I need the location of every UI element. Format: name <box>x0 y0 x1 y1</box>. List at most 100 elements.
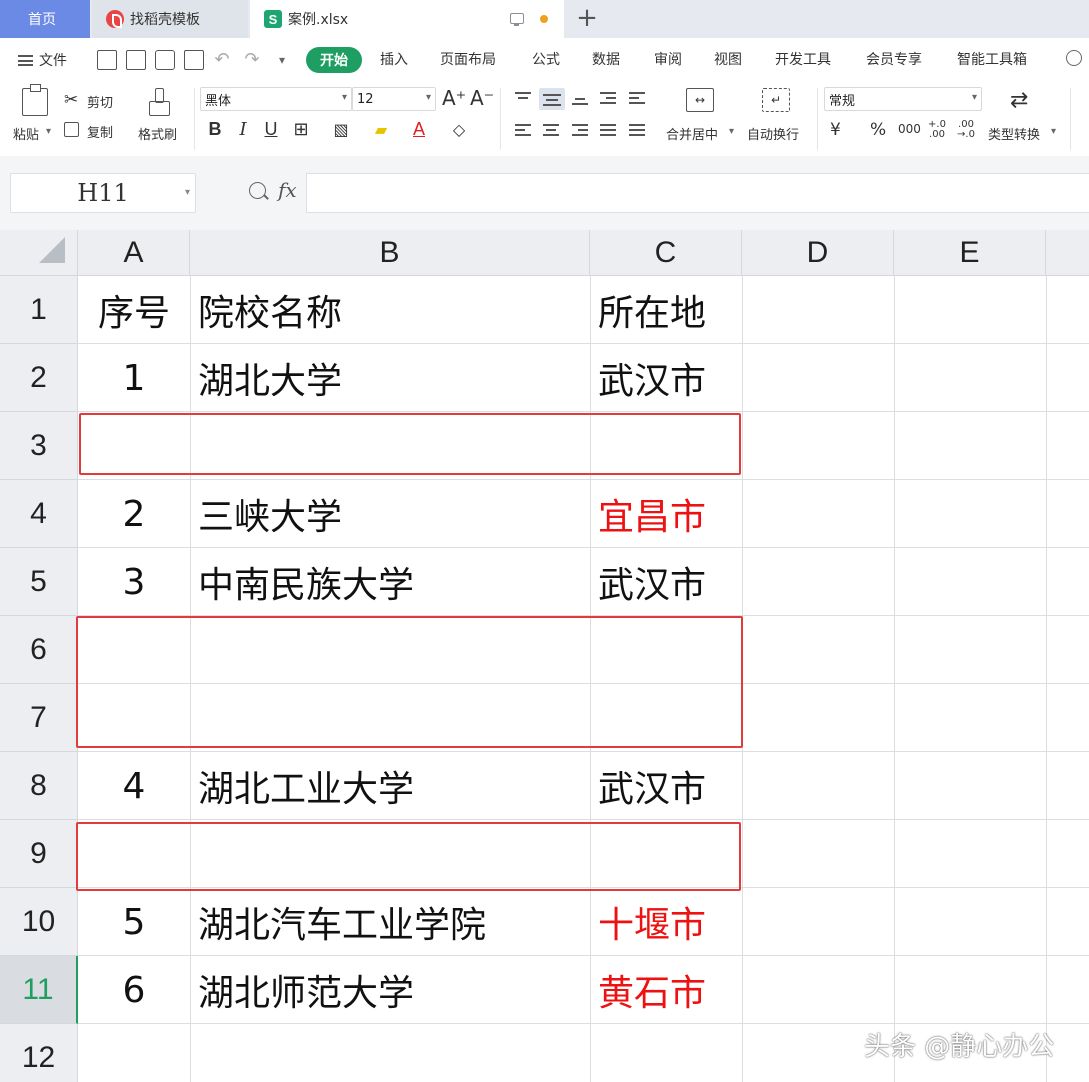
bold-button[interactable]: B <box>204 118 226 140</box>
align-top-icon[interactable] <box>513 90 533 106</box>
font-grow-icon[interactable]: A⁺ <box>442 86 466 110</box>
menu-item-review[interactable]: 审阅 <box>654 49 682 71</box>
menu-item-start[interactable]: 开始 <box>306 47 362 73</box>
zoom-search-icon[interactable] <box>249 182 266 199</box>
cell-b1[interactable]: 院校名称 <box>190 276 590 344</box>
cell-b10[interactable]: 湖北汽车工业学院 <box>190 888 590 956</box>
fill-color-icon[interactable]: ▰ <box>370 118 392 140</box>
formula-input[interactable] <box>306 173 1089 213</box>
row-header-7[interactable]: 7 <box>0 684 78 752</box>
cell-c4[interactable]: 宜昌市 <box>590 480 742 548</box>
cell-c5[interactable]: 武汉市 <box>590 548 742 616</box>
align-left-icon[interactable] <box>513 122 533 138</box>
fill-pattern-icon[interactable]: ▧ <box>330 118 352 140</box>
menu-item-insert[interactable]: 插入 <box>380 49 408 71</box>
cell-a4[interactable]: 2 <box>78 480 190 548</box>
column-header-f[interactable] <box>1046 230 1089 276</box>
menu-item-developer[interactable]: 开发工具 <box>775 49 831 71</box>
thousands-button[interactable]: 000 <box>898 122 921 136</box>
row-header-5[interactable]: 5 <box>0 548 78 616</box>
indent-increase-icon[interactable] <box>627 90 647 106</box>
currency-button[interactable]: ¥ <box>830 120 841 140</box>
number-format-select[interactable]: 常规 ▾ <box>824 87 982 111</box>
cell-b2[interactable]: 湖北大学 <box>190 344 590 412</box>
format-painter-button[interactable]: 格式刷 <box>138 124 177 143</box>
quick-access-dropdown-icon[interactable]: ▾ <box>272 50 292 70</box>
row-header-3[interactable]: 3 <box>0 412 78 480</box>
select-all-corner[interactable] <box>0 230 78 276</box>
save-icon[interactable] <box>97 50 117 70</box>
align-right-icon[interactable] <box>570 122 590 138</box>
row-header-4[interactable]: 4 <box>0 480 78 548</box>
align-center-icon[interactable] <box>541 122 561 138</box>
column-header-d[interactable]: D <box>742 230 894 276</box>
indent-decrease-icon[interactable] <box>598 90 618 106</box>
cell-a1[interactable]: 序号 <box>78 276 190 344</box>
align-middle-icon[interactable] <box>539 88 565 110</box>
distributed-align-icon[interactable] <box>627 122 647 138</box>
menu-item-view[interactable]: 视图 <box>714 49 742 71</box>
paste-button[interactable]: 粘贴 <box>13 124 39 143</box>
chevron-down-icon[interactable]: ▾ <box>1051 126 1056 137</box>
italic-button[interactable]: I <box>232 118 254 140</box>
chevron-down-icon[interactable]: ▾ <box>185 187 190 198</box>
cut-button[interactable]: 剪切 <box>87 92 113 111</box>
font-name-select[interactable]: 黑体 ▾ <box>200 87 352 111</box>
menu-item-data[interactable]: 数据 <box>592 49 620 71</box>
row-header-1[interactable]: 1 <box>0 276 78 344</box>
decrease-decimal-button[interactable]: .00 →.0 <box>955 120 977 140</box>
cell-c8[interactable]: 武汉市 <box>590 752 742 820</box>
print-icon[interactable] <box>155 50 175 70</box>
column-header-e[interactable]: E <box>894 230 1046 276</box>
cell-c2[interactable]: 武汉市 <box>590 344 742 412</box>
row-header-8[interactable]: 8 <box>0 752 78 820</box>
cell-c1[interactable]: 所在地 <box>590 276 742 344</box>
percent-button[interactable]: % <box>870 120 886 140</box>
align-justify-icon[interactable] <box>598 122 618 138</box>
type-convert-button[interactable]: 类型转换 <box>988 124 1040 143</box>
cell-b8[interactable]: 湖北工业大学 <box>190 752 590 820</box>
redo-icon[interactable]: ↷ <box>242 50 262 70</box>
name-box[interactable]: H11 ▾ <box>10 173 196 213</box>
fx-icon[interactable]: fx <box>278 178 297 202</box>
menu-item-page-layout[interactable]: 页面布局 <box>440 49 496 71</box>
font-color-icon[interactable]: A <box>408 118 430 140</box>
tab-document[interactable]: S 案例.xlsx <box>250 0 564 38</box>
search-icon[interactable] <box>1066 50 1082 66</box>
new-tab-plus-icon[interactable]: + <box>574 5 600 31</box>
menu-item-formulas[interactable]: 公式 <box>532 49 560 71</box>
format-painter-icon[interactable] <box>148 88 170 116</box>
cell-c11[interactable]: 黄石市 <box>590 956 742 1024</box>
menu-item-member[interactable]: 会员专享 <box>866 49 922 71</box>
paste-icon[interactable] <box>22 84 48 116</box>
cell-a10[interactable]: 5 <box>78 888 190 956</box>
cell-b4[interactable]: 三峡大学 <box>190 480 590 548</box>
print-preview-icon[interactable] <box>184 50 204 70</box>
cell-a11[interactable]: 6 <box>78 956 190 1024</box>
border-icon[interactable]: ⊞ <box>290 118 312 140</box>
cell-b5[interactable]: 中南民族大学 <box>190 548 590 616</box>
column-header-c[interactable]: C <box>590 230 742 276</box>
cell-a2[interactable]: 1 <box>78 344 190 412</box>
underline-button[interactable]: U <box>260 118 282 140</box>
clear-format-icon[interactable]: ◇ <box>448 118 470 140</box>
paste-dropdown-icon[interactable]: ▾ <box>46 126 51 137</box>
row-header-10[interactable]: 10 <box>0 888 78 956</box>
menu-item-smart-toolbox[interactable]: 智能工具箱 <box>957 49 1027 71</box>
file-menu[interactable]: 文件 <box>18 50 67 70</box>
increase-decimal-button[interactable]: +.0 .00 <box>926 120 948 140</box>
row-header-9[interactable]: 9 <box>0 820 78 888</box>
cell-a8[interactable]: 4 <box>78 752 190 820</box>
column-header-b[interactable]: B <box>190 230 590 276</box>
monitor-icon[interactable] <box>510 13 524 26</box>
tab-template[interactable]: 找稻壳模板 <box>92 0 248 38</box>
cell-a5[interactable]: 3 <box>78 548 190 616</box>
cell-b11[interactable]: 湖北师范大学 <box>190 956 590 1024</box>
export-icon[interactable] <box>126 50 146 70</box>
merge-center-button[interactable]: 合并居中 <box>666 124 718 143</box>
undo-icon[interactable]: ↶ <box>212 50 232 70</box>
copy-button[interactable]: 复制 <box>87 122 113 141</box>
column-header-a[interactable]: A <box>78 230 190 276</box>
font-size-select[interactable]: 12 ▾ <box>352 87 436 111</box>
row-header-12[interactable]: 12 <box>0 1024 78 1082</box>
